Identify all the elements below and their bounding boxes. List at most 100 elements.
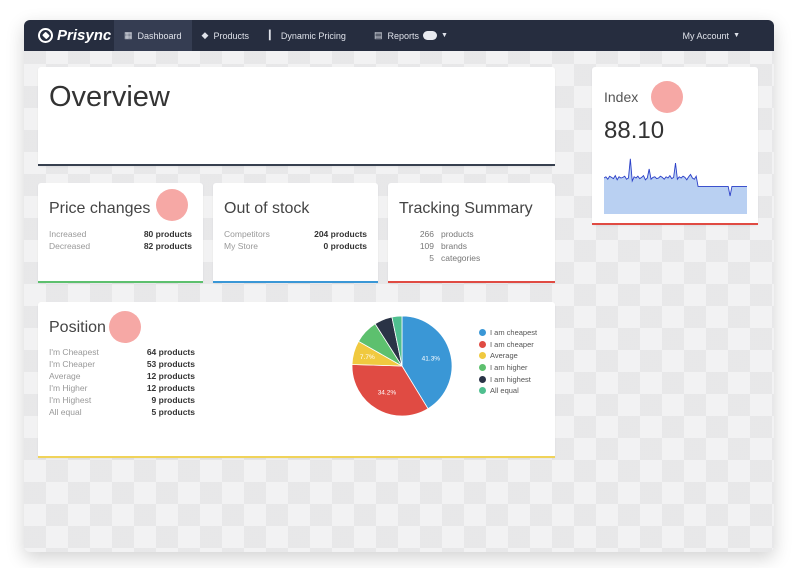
tag-icon: ◆	[201, 30, 209, 40]
legend-label: I am highest	[490, 374, 531, 384]
card-accent-bar	[213, 281, 378, 283]
summary-label: products	[441, 229, 474, 239]
card-title: Tracking Summary	[399, 200, 533, 217]
tracking-summary-card[interactable]: Tracking Summary 266 products 109 brands 5…	[388, 183, 555, 283]
nav-reports[interactable]: ▤ Reports ▼	[364, 20, 458, 51]
legend-item[interactable]: I am cheapest	[479, 327, 537, 339]
legend-label: Average	[490, 351, 518, 361]
tag-logo-icon	[38, 28, 53, 43]
position-value: 12 products	[146, 371, 195, 381]
card-title: Price changes	[49, 200, 151, 217]
pie-data-label: 41.3%	[422, 355, 441, 362]
overview-card: Overview	[38, 67, 555, 166]
stat-label: Decreased	[49, 241, 91, 251]
nav-dashboard[interactable]: ▦ Dashboard	[114, 20, 192, 51]
summary-label: brands	[441, 241, 467, 251]
position-row: Average 12 products	[49, 370, 195, 382]
price-changes-card[interactable]: Price changes Increased 80 products Decre…	[38, 183, 203, 283]
index-value: 88.10	[604, 117, 665, 144]
position-label: I'm Cheaper	[49, 359, 96, 369]
legend-item[interactable]: Average	[479, 350, 537, 362]
position-card: Position I'm Cheapest 64 products I'm Chea…	[38, 302, 555, 458]
summary-label: categories	[441, 253, 481, 263]
position-value: 12 products	[146, 383, 195, 393]
stat-label: Increased	[49, 229, 87, 239]
legend-item[interactable]: I am highest	[479, 373, 537, 385]
stat-value: 0 products	[323, 241, 367, 251]
legend-swatch	[479, 329, 486, 337]
card-accent-bar	[38, 456, 555, 458]
out-of-stock-card[interactable]: Out of stock Competitors 204 products My …	[213, 183, 378, 283]
position-row: I'm Higher 12 products	[49, 382, 195, 394]
card-title: Out of stock	[224, 200, 310, 217]
summary-row: 266 products	[406, 228, 480, 240]
legend-label: I am higher	[490, 363, 528, 373]
position-label: I'm Highest	[49, 395, 92, 405]
index-card[interactable]: Index 88.10	[592, 67, 758, 225]
nav-dynamic-pricing[interactable]: ▎ Dynamic Pricing	[259, 20, 356, 51]
top-navbar: Prisync ▦ Dashboard ◆ Products ▎ Dynamic…	[24, 20, 774, 51]
position-label: I'm Higher	[49, 383, 88, 393]
reports-badge	[422, 31, 437, 40]
stat-row: Increased 80 products	[49, 228, 192, 240]
position-value: 5 products	[151, 407, 195, 417]
report-icon: ▤	[373, 30, 383, 40]
legend-swatch	[479, 340, 486, 348]
card-accent-bar	[38, 164, 555, 166]
position-row: I'm Cheapest 64 products	[49, 346, 195, 358]
pie-legend: I am cheapest I am cheaper Average I am hig…	[479, 327, 537, 397]
highlight-marker	[156, 189, 188, 221]
page-title: Overview	[49, 81, 170, 113]
chevron-down-icon: ▼	[440, 32, 448, 39]
position-value: 53 products	[146, 359, 195, 369]
summary-count: 109	[419, 241, 434, 251]
summary-count: 5	[429, 253, 434, 263]
position-row: I'm Highest 9 products	[49, 394, 195, 406]
legend-swatch	[479, 364, 486, 372]
card-accent-bar	[388, 281, 555, 283]
grid-icon: ▦	[124, 30, 133, 40]
index-sparkline	[604, 158, 747, 214]
card-accent-bar	[38, 281, 203, 283]
position-pie-chart[interactable]: 41.3% 34.2% 7.7%	[350, 314, 454, 418]
summary-count: 266	[419, 229, 434, 239]
position-label: All equal	[49, 407, 82, 417]
legend-item[interactable]: I am cheaper	[479, 339, 537, 351]
stat-row: Decreased 82 products	[49, 240, 192, 252]
pie-data-label: 7.7%	[360, 354, 375, 361]
app-window: Prisync ▦ Dashboard ◆ Products ▎ Dynamic…	[24, 20, 774, 552]
stat-label: Competitors	[224, 229, 270, 239]
nav-dashboard-label: Dashboard	[137, 30, 182, 41]
position-value: 64 products	[146, 347, 195, 357]
stat-row: Competitors 204 products	[224, 228, 367, 240]
position-label: I'm Cheapest	[49, 347, 99, 357]
my-account-menu[interactable]: My Account ▼	[673, 20, 750, 51]
stat-value: 82 products	[143, 241, 192, 251]
nav-products[interactable]: ◆ Products	[192, 20, 259, 51]
nav-dynamic-pricing-label: Dynamic Pricing	[280, 30, 346, 41]
position-row: All equal 5 products	[49, 406, 195, 418]
legend-item[interactable]: I am higher	[479, 362, 537, 374]
summary-row: 109 brands	[406, 240, 480, 252]
position-label: Average	[49, 371, 81, 381]
legend-item[interactable]: All equal	[479, 385, 537, 397]
highlight-marker	[109, 311, 141, 343]
legend-swatch	[479, 352, 486, 360]
nav-products-label: Products	[213, 30, 249, 41]
card-accent-bar	[592, 223, 758, 225]
nav-reports-label: Reports	[387, 30, 419, 41]
chevron-down-icon: ▼	[733, 32, 740, 39]
card-title: Position	[49, 319, 106, 336]
highlight-marker	[651, 81, 683, 113]
pie-data-label: 34.2%	[378, 389, 397, 396]
legend-label: All equal	[490, 386, 519, 396]
stat-value: 80 products	[143, 229, 192, 239]
position-value: 9 products	[151, 395, 195, 405]
stat-value: 204 products	[314, 229, 367, 239]
brand-logo[interactable]: Prisync	[24, 20, 114, 51]
legend-label: I am cheaper	[490, 339, 534, 349]
summary-row: 5 categories	[406, 252, 480, 264]
index-label: Index	[604, 89, 639, 105]
my-account-label: My Account	[682, 30, 730, 41]
brand-name: Prisync	[57, 27, 112, 44]
